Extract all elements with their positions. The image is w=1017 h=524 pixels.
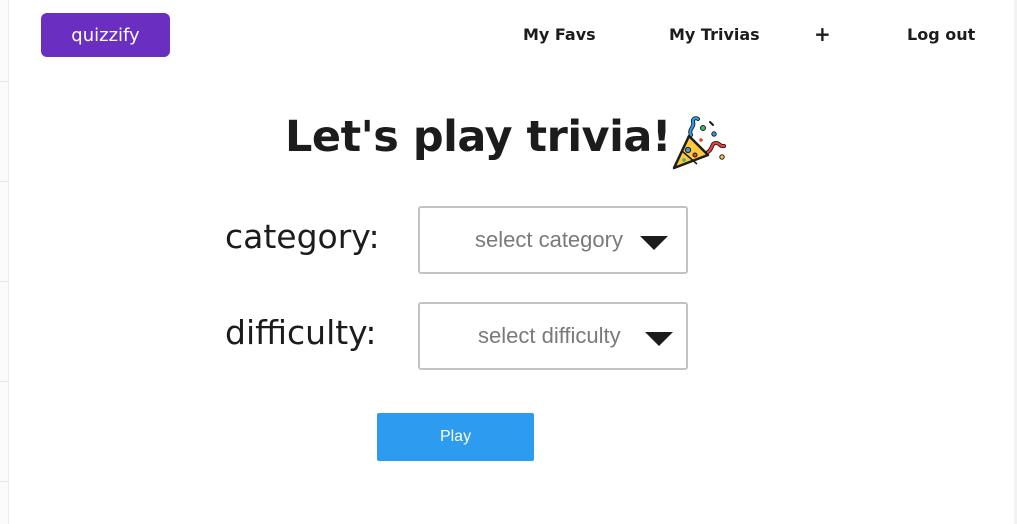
category-select[interactable]: select category: [418, 206, 688, 274]
page-title: Let's play trivia!: [285, 112, 671, 162]
left-gutter: [0, 0, 9, 524]
gutter-divider: [0, 481, 8, 482]
play-button[interactable]: Play: [377, 413, 534, 461]
category-label: category:: [225, 217, 380, 256]
party-popper-icon: [672, 116, 726, 170]
gutter-divider: [0, 81, 8, 82]
gutter-divider: [0, 381, 8, 382]
difficulty-select[interactable]: select difficulty: [418, 302, 688, 370]
nav-log-out[interactable]: Log out: [907, 22, 975, 46]
category-select-value: select category: [475, 227, 623, 252]
difficulty-label: difficulty:: [225, 313, 377, 352]
nav-my-trivias[interactable]: My Trivias: [669, 22, 760, 46]
difficulty-select-value: select difficulty: [478, 323, 621, 348]
gutter-divider: [0, 181, 8, 182]
nav-add-trivia[interactable]: +: [814, 22, 831, 46]
page: quizzify My Favs My Trivias + Log out Le…: [0, 0, 1017, 524]
logo-button[interactable]: quizzify: [41, 13, 170, 57]
caret-down-icon: [640, 236, 668, 250]
gutter-divider: [0, 281, 8, 282]
caret-down-icon: [645, 332, 673, 346]
nav-my-favs[interactable]: My Favs: [523, 22, 596, 46]
